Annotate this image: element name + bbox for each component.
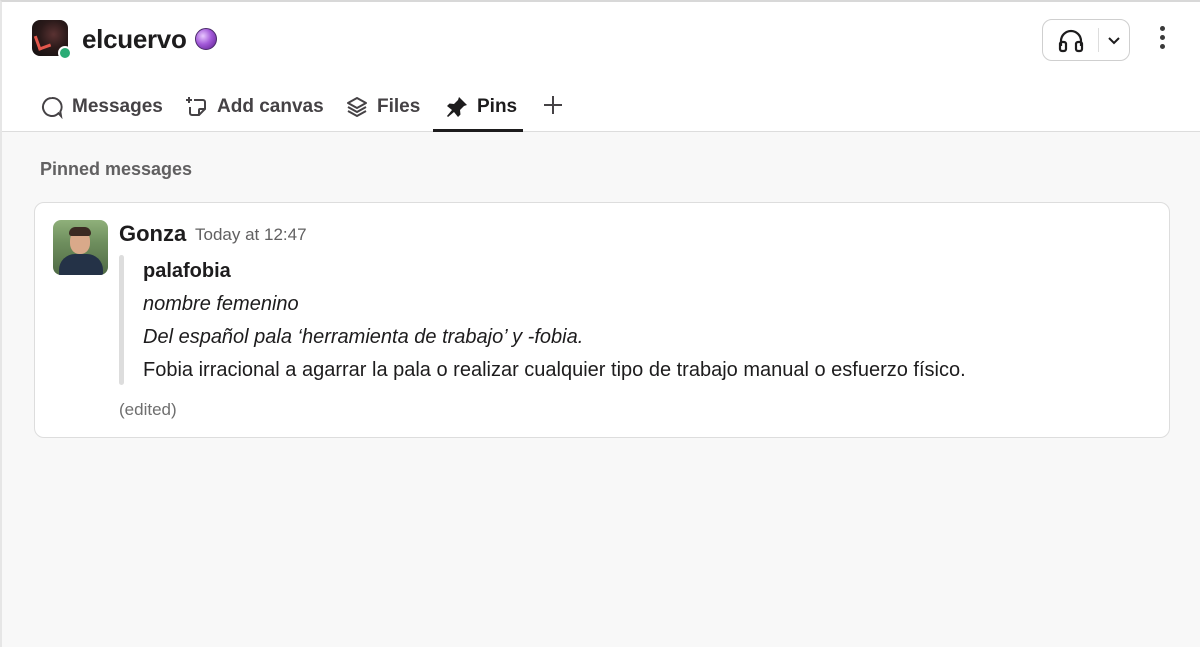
tab-messages[interactable]: Messages	[40, 82, 163, 132]
tab-label: Add canvas	[217, 96, 324, 117]
message-timestamp[interactable]: Today at 12:47	[195, 225, 307, 245]
pinned-messages-heading: Pinned messages	[40, 159, 193, 179]
crystal-ball-emoji-icon	[195, 28, 217, 50]
quote-line-category: nombre femenino	[143, 293, 299, 315]
files-layers-icon	[347, 97, 367, 117]
avatar[interactable]	[53, 220, 108, 275]
quote-bar	[119, 255, 124, 385]
pin-icon	[447, 97, 467, 117]
tab-add-canvas[interactable]: Add canvas	[185, 82, 324, 132]
channel-avatar[interactable]	[32, 20, 72, 60]
quote-line-term: palafobia	[143, 260, 231, 282]
pinned-message-card[interactable]: Gonza Today at 12:47 palafobia nombre fe…	[34, 202, 1170, 438]
message-bubble-icon	[41, 96, 63, 119]
huddle-button[interactable]	[1042, 19, 1130, 61]
presence-indicator	[58, 46, 72, 60]
add-tab-plus-icon[interactable]	[542, 94, 564, 121]
tab-label: Files	[377, 96, 421, 117]
tab-label: Messages	[72, 96, 163, 117]
quote-line-etymology: Del español pala ‘herramienta de trabajo…	[143, 326, 584, 348]
channel-name[interactable]: elcuervo	[82, 24, 187, 55]
channel-tabs: Messages Add canvas Files Pins	[2, 82, 1200, 132]
canvas-add-icon	[186, 97, 206, 116]
edited-label: (edited)	[119, 400, 177, 419]
headphones-icon[interactable]	[1057, 29, 1085, 58]
active-tab-indicator	[433, 129, 523, 132]
tab-files[interactable]: Files	[345, 82, 420, 132]
more-vertical-icon[interactable]	[1152, 22, 1172, 56]
chevron-down-icon[interactable]	[1106, 32, 1122, 53]
message-author[interactable]: Gonza	[119, 221, 186, 247]
tab-label: Pins	[477, 96, 518, 117]
channel-header: elcuervo Messages Add canvas Files Pins	[2, 2, 1200, 132]
quote-line-definition: Fobia irracional a agarrar la pala o rea…	[143, 359, 966, 381]
tab-pins[interactable]: Pins	[445, 82, 517, 132]
huddle-divider	[1098, 28, 1099, 52]
